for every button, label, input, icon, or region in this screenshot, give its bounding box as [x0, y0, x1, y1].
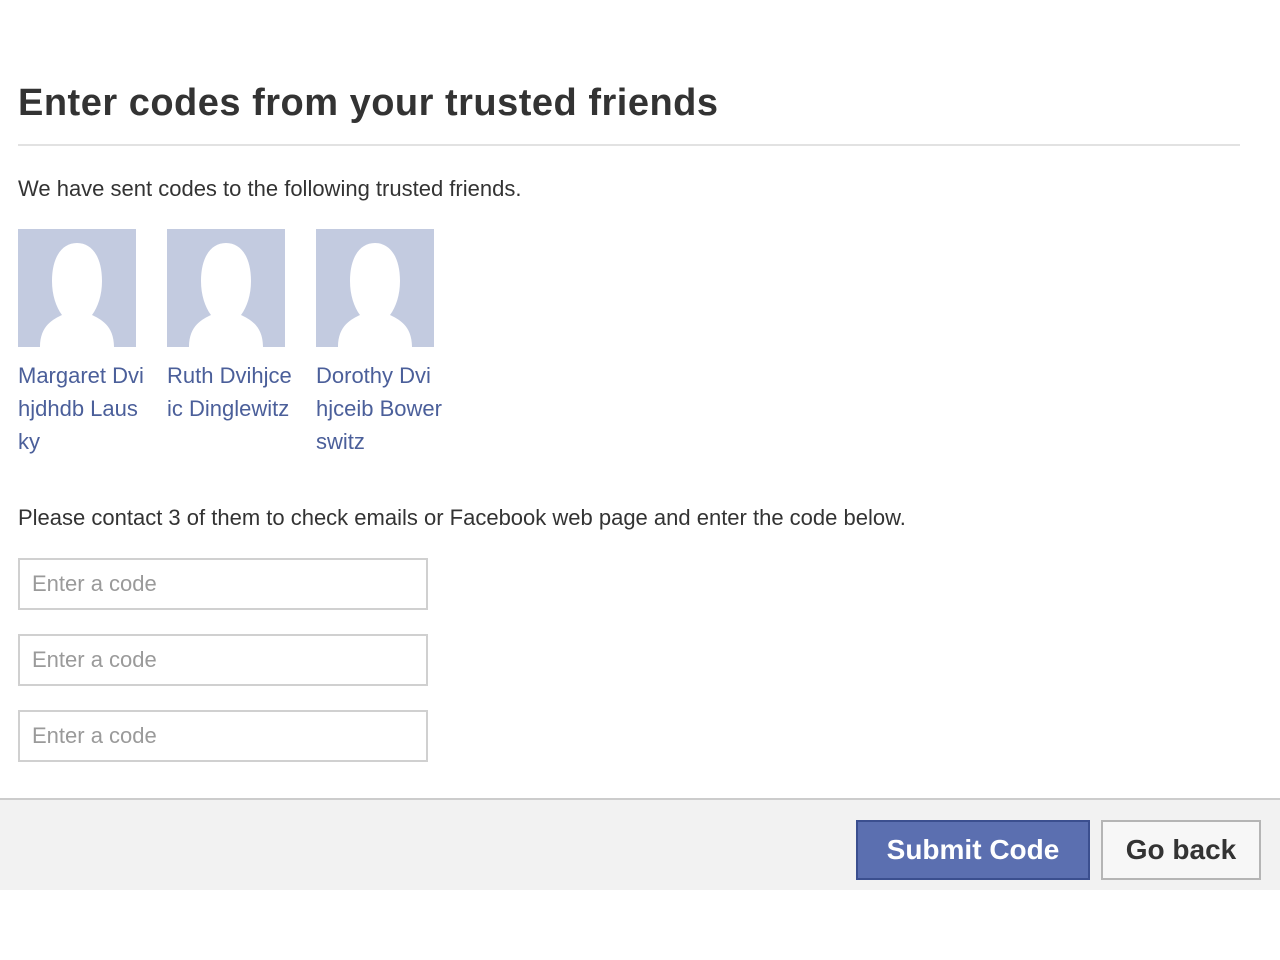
trusted-friends-list: Margaret Dvihjdhdb Lausky Ruth Dvihjceic… [18, 229, 465, 458]
code-input-2[interactable] [18, 634, 428, 686]
code-input-1[interactable] [18, 558, 428, 610]
friend-name-link[interactable]: Ruth Dvihjceic Dinglewitz [167, 359, 293, 425]
trusted-friends-page: Enter codes from your trusted friends We… [0, 0, 1280, 960]
title-divider [18, 144, 1240, 146]
friend-item: Dorothy Dvihjceib Bowerswitz [316, 229, 465, 458]
default-profile-silhouette-icon[interactable] [316, 229, 434, 347]
code-input-3[interactable] [18, 710, 428, 762]
go-back-button[interactable]: Go back [1101, 820, 1261, 880]
instructions-text: Please contact 3 of them to check emails… [18, 505, 906, 530]
friend-item: Margaret Dvihjdhdb Lausky [18, 229, 167, 458]
dialog-footer: Submit Code Go back [0, 798, 1280, 890]
submit-code-button[interactable]: Submit Code [856, 820, 1090, 880]
friend-name-link[interactable]: Margaret Dvihjdhdb Lausky [18, 359, 144, 458]
default-profile-silhouette-icon[interactable] [167, 229, 285, 347]
intro-text: We have sent codes to the following trus… [18, 176, 522, 201]
default-profile-silhouette-icon[interactable] [18, 229, 136, 347]
page-title: Enter codes from your trusted friends [18, 82, 719, 124]
friend-name-link[interactable]: Dorothy Dvihjceib Bowerswitz [316, 359, 442, 458]
friend-item: Ruth Dvihjceic Dinglewitz [167, 229, 316, 458]
